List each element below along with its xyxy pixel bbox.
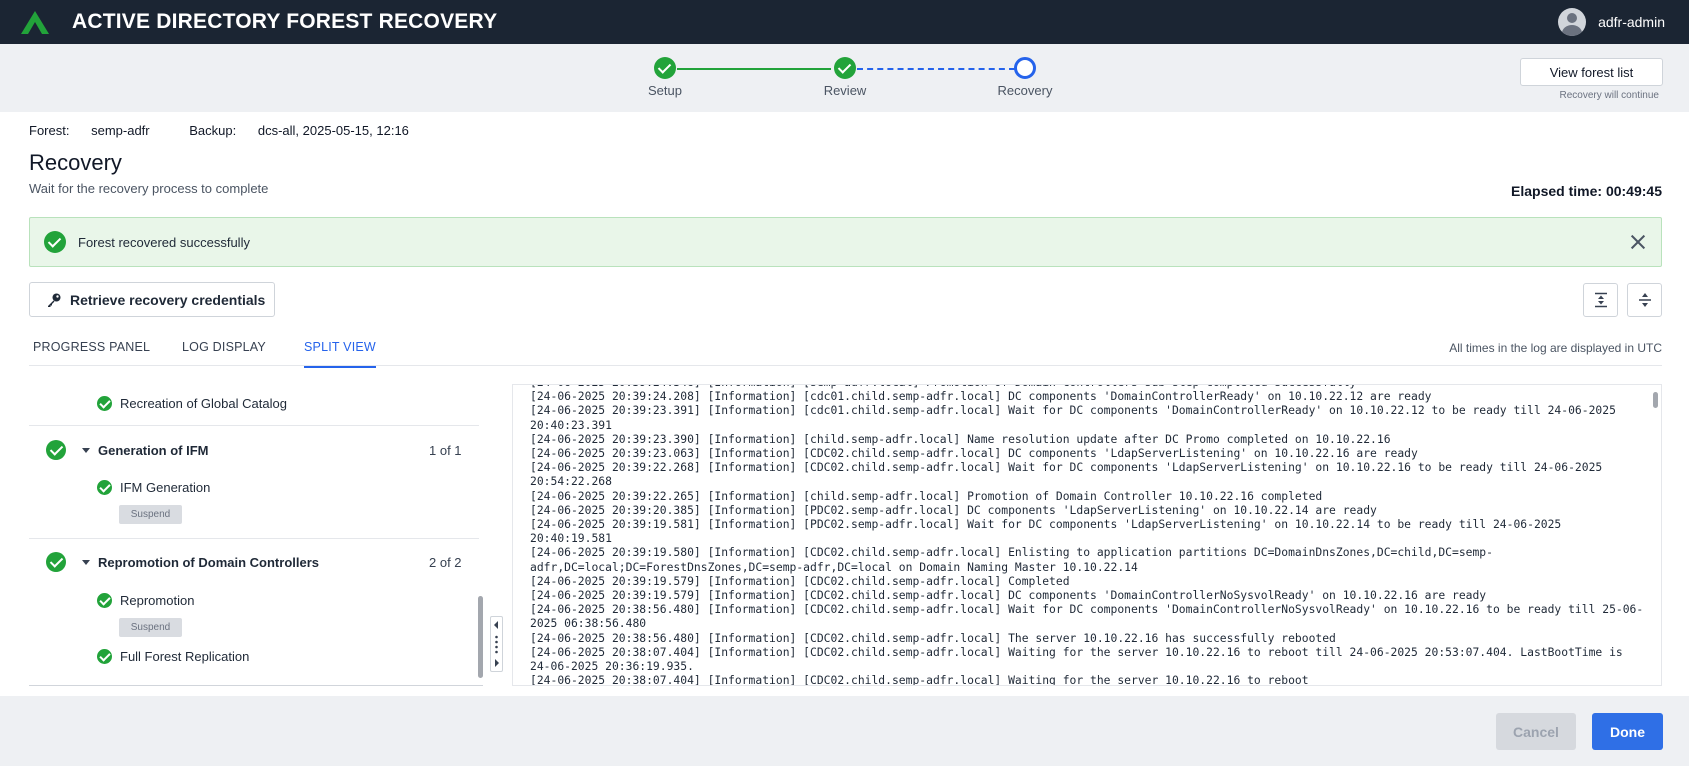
check-icon [97, 480, 112, 495]
scrollbar-thumb[interactable] [478, 596, 483, 678]
suspend-button[interactable]: Suspend [119, 618, 182, 637]
check-icon [46, 552, 66, 572]
success-check-icon [44, 231, 66, 253]
group-title: Generation of IFM [98, 443, 209, 458]
log-line: [24-06-2025 20:39:23.390] [Information] … [530, 432, 1650, 446]
retrieve-credentials-button[interactable]: Retrieve recovery credentials [29, 282, 275, 317]
step-item-label: Recreation of Global Catalog [120, 396, 287, 411]
log-line: [24-06-2025 20:38:07.404] [Information] … [530, 673, 1650, 686]
step-review: Review [795, 57, 895, 98]
group-count: 1 of 1 [429, 443, 462, 458]
expand-all-button[interactable] [1627, 283, 1662, 317]
step-done-icon [834, 57, 856, 79]
app-logo-icon [20, 10, 50, 35]
group-count: 2 of 2 [429, 555, 462, 570]
view-forest-list-button[interactable]: View forest list [1520, 58, 1663, 86]
view-tabs: PROGRESS PANEL LOG DISPLAY SPLIT VIEW Al… [29, 328, 1662, 366]
log-output: [24-06-2025 20:39:24.346] [Information] … [530, 384, 1650, 686]
alert-message: Forest recovered successfully [78, 235, 250, 250]
tab-log-display[interactable]: LOG DISPLAY [182, 340, 266, 354]
timezone-note: All times in the log are displayed in UT… [1449, 341, 1662, 355]
group-repromotion-of-domain-controllers[interactable]: Repromotion of Domain Controllers [46, 552, 319, 572]
footer-bar: Cancel Done [0, 696, 1689, 766]
log-panel[interactable]: [24-06-2025 20:39:24.346] [Information] … [512, 384, 1662, 686]
elapsed-time: Elapsed time: 00:49:45 [1511, 183, 1662, 199]
check-icon [97, 593, 112, 608]
log-line: [24-06-2025 20:38:56.480] [Information] … [530, 631, 1650, 645]
step-item-label: IFM Generation [120, 480, 210, 495]
step-current-icon [1014, 57, 1036, 79]
backup-label: Backup: [189, 123, 236, 138]
step-item-label: Full Forest Replication [120, 649, 249, 664]
wizard-stepper: Setup Review Recovery [0, 44, 1689, 112]
step-setup: Setup [615, 57, 715, 98]
group-title: Repromotion of Domain Controllers [98, 555, 319, 570]
log-scrollbar-thumb[interactable] [1653, 392, 1658, 408]
log-line: [24-06-2025 20:39:20.385] [Information] … [530, 503, 1650, 517]
split-resize-handle[interactable] [490, 616, 503, 672]
divider [29, 425, 479, 426]
check-icon [97, 649, 112, 664]
step-recovery: Recovery [975, 57, 1075, 98]
check-icon [46, 440, 66, 460]
log-line: [24-06-2025 20:38:56.480] [Information] … [530, 602, 1650, 630]
drag-handle-icon [491, 617, 502, 671]
cancel-button[interactable]: Cancel [1496, 713, 1576, 750]
list-item: Full Forest Replication [97, 649, 249, 664]
tab-progress-panel[interactable]: PROGRESS PANEL [33, 340, 150, 354]
user-menu[interactable]: adfr-admin [1558, 8, 1665, 36]
log-line: [24-06-2025 20:39:19.580] [Information] … [530, 545, 1650, 573]
chevron-down-icon[interactable] [82, 448, 90, 453]
expand-icon [1637, 292, 1653, 308]
success-alert: Forest recovered successfully [29, 217, 1662, 267]
tab-split-view[interactable]: SPLIT VIEW [304, 340, 376, 354]
divider [29, 538, 479, 539]
username[interactable]: adfr-admin [1598, 14, 1665, 30]
done-button[interactable]: Done [1592, 713, 1663, 750]
log-line: [24-06-2025 20:39:22.265] [Information] … [530, 489, 1650, 503]
check-icon [97, 396, 112, 411]
step-label: Review [824, 83, 867, 98]
progress-panel[interactable]: Recreation of Global Catalog Generation … [29, 384, 483, 686]
log-line: [24-06-2025 20:39:19.581] [Information] … [530, 517, 1650, 545]
progress-scrollbar[interactable] [478, 384, 483, 686]
step-label: Setup [648, 83, 682, 98]
step-label: Recovery [998, 83, 1053, 98]
log-line: [24-06-2025 20:39:22.268] [Information] … [530, 460, 1650, 488]
step-done-icon [654, 57, 676, 79]
avatar-icon[interactable] [1558, 8, 1586, 36]
close-icon[interactable] [1629, 233, 1647, 251]
key-icon [46, 292, 62, 308]
page-subtitle: Wait for the recovery process to complet… [29, 181, 268, 196]
log-line: [24-06-2025 20:39:19.579] [Information] … [530, 588, 1650, 602]
collapse-all-button[interactable] [1583, 283, 1618, 317]
log-line: [24-06-2025 20:39:23.063] [Information] … [530, 446, 1650, 460]
backup-value: dcs-all, 2025-05-15, 12:16 [258, 123, 409, 138]
top-bar: ACTIVE DIRECTORY FOREST RECOVERY adfr-ad… [0, 0, 1689, 44]
chevron-down-icon[interactable] [82, 560, 90, 565]
log-line: [24-06-2025 20:39:24.208] [Information] … [530, 389, 1650, 403]
forest-label: Forest: [29, 123, 69, 138]
group-generation-of-ifm[interactable]: Generation of IFM [46, 440, 209, 460]
log-line: [24-06-2025 20:38:07.404] [Information] … [530, 645, 1650, 673]
list-item: Recreation of Global Catalog [97, 396, 287, 411]
suspend-button[interactable]: Suspend [119, 505, 182, 524]
forest-value: semp-adfr [91, 123, 150, 138]
app-title: ACTIVE DIRECTORY FOREST RECOVERY [72, 10, 497, 34]
list-item: Repromotion [97, 593, 194, 608]
page-title: Recovery [29, 150, 122, 176]
log-line: [24-06-2025 20:39:19.579] [Information] … [530, 574, 1650, 588]
log-line: [24-06-2025 20:39:23.391] [Information] … [530, 403, 1650, 431]
step-item-label: Repromotion [120, 593, 194, 608]
retrieve-credentials-label: Retrieve recovery credentials [70, 292, 265, 308]
forest-info: Forest: semp-adfr Backup: dcs-all, 2025-… [29, 123, 445, 138]
main-panel: Forest: semp-adfr Backup: dcs-all, 2025-… [0, 112, 1689, 696]
collapse-icon [1593, 292, 1609, 308]
list-item: IFM Generation [97, 480, 210, 495]
recovery-continue-note: Recovery will continue [1560, 90, 1660, 101]
